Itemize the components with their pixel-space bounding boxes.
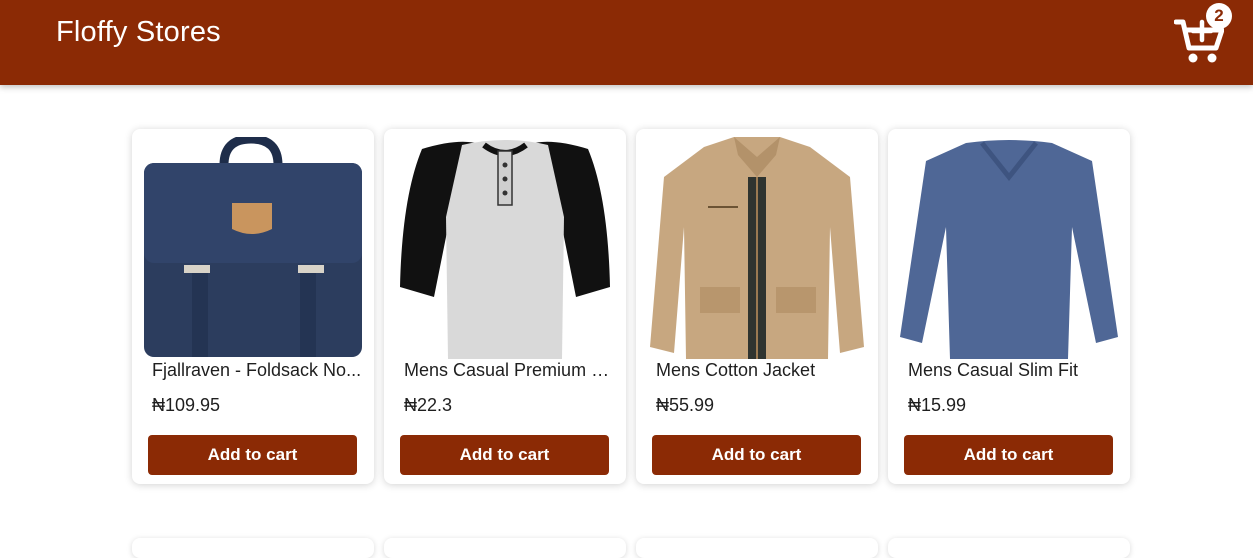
add-to-cart-button[interactable]: Add to cart (400, 435, 609, 475)
product-grid-next-row (132, 538, 1130, 558)
product-title[interactable]: Mens Casual Slim Fit (908, 360, 1118, 381)
product-image[interactable] (392, 137, 618, 359)
product-card[interactable]: Mens Casual Slim Fit ₦15.99 Add to cart (888, 129, 1130, 484)
cart-button[interactable]: 2 (1172, 3, 1232, 68)
product-image[interactable] (140, 137, 366, 359)
long-sleeve-shirt-image (900, 140, 1118, 359)
product-card[interactable] (384, 538, 626, 558)
raglan-tshirt-image (400, 140, 610, 359)
product-image[interactable] (644, 137, 870, 359)
brand-title[interactable]: Floffy Stores (56, 16, 221, 49)
top-navbar: Floffy Stores 2 (0, 0, 1253, 85)
product-grid: Fjallraven - Foldsack No... ₦109.95 Add … (132, 129, 1130, 484)
product-title[interactable]: Mens Casual Premium S... (404, 360, 614, 381)
add-to-cart-button[interactable]: Add to cart (904, 435, 1113, 475)
product-price: ₦55.99 (656, 395, 715, 415)
product-card[interactable]: Fjallraven - Foldsack No... ₦109.95 Add … (132, 129, 374, 484)
product-card[interactable] (132, 538, 374, 558)
cart-count-badge: 2 (1206, 3, 1232, 29)
add-to-cart-button[interactable]: Add to cart (148, 435, 357, 475)
product-price: ₦15.99 (908, 395, 967, 415)
product-price: ₦109.95 (152, 395, 221, 415)
product-card[interactable] (636, 538, 878, 558)
product-card[interactable] (888, 538, 1130, 558)
product-card[interactable]: Mens Cotton Jacket ₦55.99 Add to cart (636, 129, 878, 484)
product-image[interactable] (896, 137, 1122, 359)
add-to-cart-button[interactable]: Add to cart (652, 435, 861, 475)
product-price: ₦22.3 (404, 395, 453, 415)
product-card[interactable]: Mens Casual Premium S... ₦22.3 Add to ca… (384, 129, 626, 484)
jacket-image (650, 137, 864, 359)
product-title[interactable]: Mens Cotton Jacket (656, 360, 866, 381)
backpack-image (144, 137, 362, 357)
product-title[interactable]: Fjallraven - Foldsack No... (152, 360, 362, 381)
